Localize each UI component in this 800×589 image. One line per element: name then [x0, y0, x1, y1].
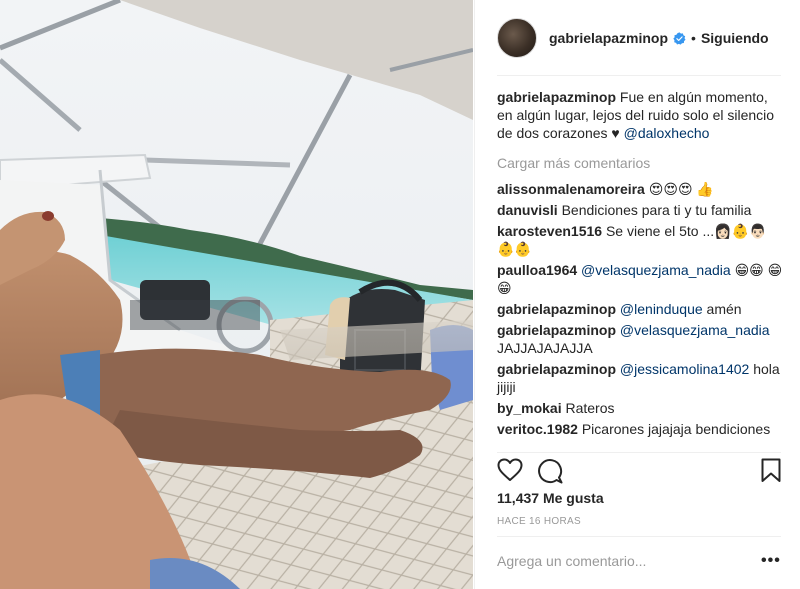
comment-username[interactable]: paulloa1964: [497, 262, 577, 278]
comment-mention[interactable]: @velasquezjama_nadia: [581, 262, 731, 278]
comment-item: karosteven1516 Se viene el 5to ...👩🏻👶👨🏻 …: [497, 222, 787, 258]
actions-divider: [497, 452, 781, 453]
comment-text: 😍😍😍 👍: [648, 181, 714, 197]
heart-icon[interactable]: [497, 458, 523, 482]
verified-badge-icon: [673, 31, 686, 45]
comment-username[interactable]: veritoc.1982: [497, 421, 578, 437]
comment-text: Picarones jajajaja bendiciones: [581, 421, 771, 437]
comment-item: alissonmalenamoreira 😍😍😍 👍: [497, 180, 787, 198]
caption-mention[interactable]: @daloxhecho: [624, 125, 710, 141]
comments-list: gabrielapazminop Fue en algún momento, e…: [497, 88, 787, 441]
comment-text: Bendiciones para ti y tu familia: [561, 202, 752, 218]
comment-item: veritoc.1982 Picarones jajajaja bendicio…: [497, 420, 787, 438]
more-options-button[interactable]: •••: [761, 552, 781, 570]
comment-text: JAJJAJAJAJJA: [497, 340, 593, 356]
comment-item: gabrielapazminop @velasquezjama_nadia JA…: [497, 321, 787, 357]
comment-item: gabrielapazminop @jessicamolina1402 hola…: [497, 360, 787, 396]
comment-username[interactable]: alissonmalenamoreira: [497, 181, 645, 197]
following-button[interactable]: Siguiendo: [701, 30, 769, 46]
comment-item: by_mokai Rateros: [497, 399, 787, 417]
comment-mention[interactable]: @velasquezjama_nadia: [620, 322, 770, 338]
comment-username[interactable]: gabrielapazminop: [497, 322, 616, 338]
comment-username[interactable]: by_mokai: [497, 400, 562, 416]
separator-dot: •: [691, 30, 696, 46]
comment-item: paulloa1964 @velasquezjama_nadia 😁😁 😁😁: [497, 261, 787, 297]
load-more-comments-link[interactable]: Cargar más comentarios: [497, 154, 787, 172]
comment-username[interactable]: danuvisli: [497, 202, 558, 218]
action-bar: [497, 458, 781, 484]
caption-username[interactable]: gabrielapazminop: [497, 89, 616, 105]
boat-photo-image: [0, 0, 473, 589]
post-details-panel: gabrielapazminop • Siguiendo gabrielapaz…: [474, 0, 800, 589]
comment-item: danuvisli Bendiciones para ti y tu famil…: [497, 201, 787, 219]
likes-count[interactable]: 11,437 Me gusta: [497, 490, 604, 506]
caption: gabrielapazminop Fue en algún momento, e…: [497, 88, 787, 142]
post-timestamp[interactable]: HACE 16 HORAS: [497, 516, 581, 527]
comment-icon[interactable]: [537, 458, 563, 484]
comment-box-divider: [497, 536, 781, 537]
comment-username[interactable]: gabrielapazminop: [497, 361, 616, 377]
post-photo[interactable]: [0, 0, 473, 589]
comment-text: Rateros: [565, 400, 615, 416]
avatar[interactable]: [497, 18, 537, 58]
comment-username[interactable]: gabrielapazminop: [497, 301, 616, 317]
post-header: gabrielapazminop • Siguiendo: [497, 16, 781, 60]
bookmark-icon[interactable]: [761, 458, 781, 483]
comment-item: gabrielapazminop @leninduque amén: [497, 300, 787, 318]
comment-mention[interactable]: @leninduque: [620, 301, 703, 317]
comment-mention[interactable]: @jessicamolina1402: [620, 361, 749, 377]
post-author-username[interactable]: gabrielapazminop: [549, 30, 668, 46]
header-divider: [497, 75, 781, 76]
comment-username[interactable]: karosteven1516: [497, 223, 602, 239]
add-comment-input[interactable]: Agrega un comentario...: [497, 553, 646, 569]
comment-text: amén: [706, 301, 742, 317]
